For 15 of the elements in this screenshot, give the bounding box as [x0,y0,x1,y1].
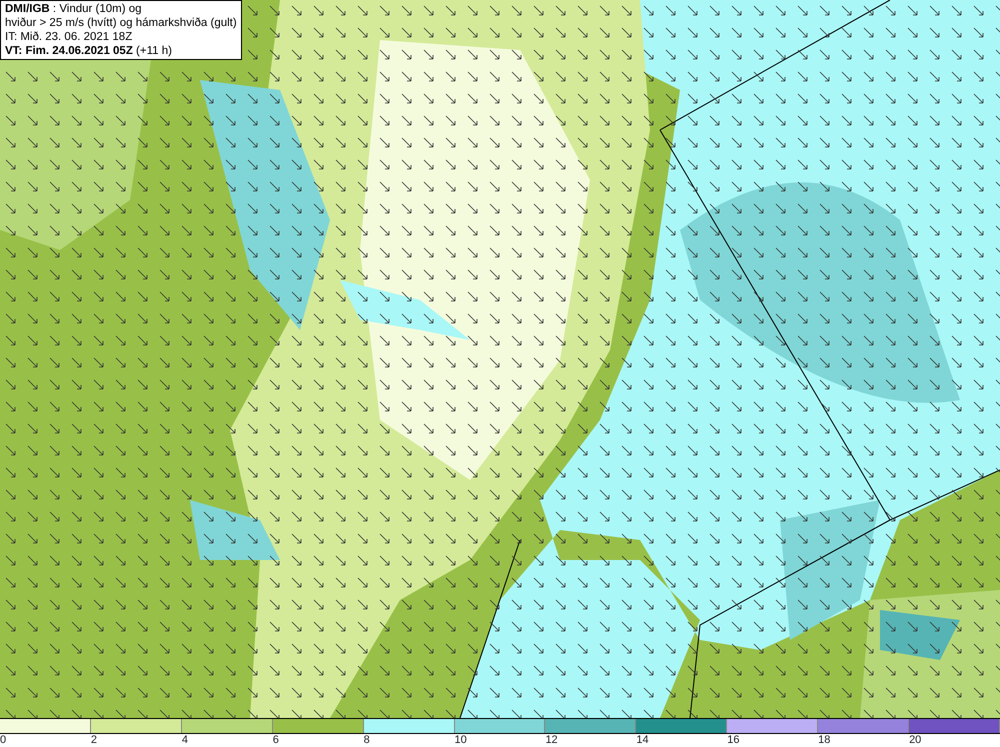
legend-label: 16 [727,734,740,746]
legend-label: 12 [545,734,558,746]
legend-label: 2 [90,734,98,746]
legend-label: 18 [818,734,830,746]
legend-label: 10 [454,734,467,746]
info-line: IT: Mið. 23. 06. 2021 18Z [5,30,134,44]
legend-label: 20 [909,734,922,746]
info-line: hviður > 25 m/s (hvítt) og hámarkshviða (gult) [5,16,237,30]
legend-label: 0 [0,734,6,746]
info-line: DMI/IGB : Vindur (10m) og [5,2,143,16]
legend-label: 8 [364,734,370,746]
legend-label: 4 [182,734,188,746]
legend-label: 6 [272,734,279,746]
info-line: VT: Fim. 24.06.2021 05Z (+11 h) [5,44,173,58]
legend-label: 14 [636,734,649,746]
